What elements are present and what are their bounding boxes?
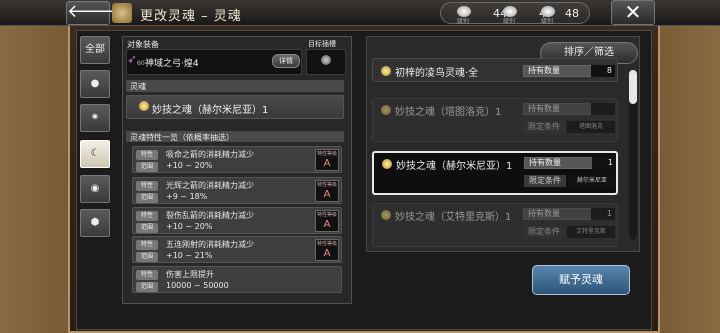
screen: 🡐 更改灵魂 – 灵魂 级别 44 级别 47 级别 48 ✕ 全部 ● ✷ ☾… [0,0,720,333]
assign-soul-button[interactable]: 赋予灵魂 [532,265,630,295]
quantity-value: 8 [591,65,615,77]
limit-label: 限定条件 [523,226,565,238]
limit-value: 赫尔米尼亚 [568,175,616,187]
soul-card[interactable]: 初梓的凌鸟灵魂·全 持有数量 8 [372,58,618,82]
page-title: 更改灵魂 – 灵魂 [140,9,242,24]
soul-section-label: 灵魂 [130,82,146,91]
limit-label: 限定条件 [524,175,566,187]
moon-icon: ☾ [90,148,100,159]
tab-all[interactable]: 全部 [80,36,110,64]
rank-label: 特性等级 [316,151,337,157]
trait-range: 10000 ~ 50000 [166,281,229,290]
quantity-value: 1 [592,157,616,169]
close-button[interactable]: ✕ [611,0,655,25]
soul-card-selected[interactable]: 妙技之魂（赫尔米尼亚）1 持有数量 1 限定条件 赫尔米尼亚 [372,151,618,195]
quantity-value: 1 [591,208,615,220]
slot-icon [321,55,331,65]
trait-text: 光辉之箭的消耗精力减少 [166,181,254,190]
bow-icon: ➶ [127,52,138,66]
tab-star[interactable]: ✷ [80,104,110,132]
range-tag: 范围 [136,223,158,233]
tab-circle[interactable]: ◉ [80,175,110,203]
rank-value: A [323,219,331,230]
title-emblem-icon [112,3,132,23]
trait-item: 特性 裂伤乱箭的消耗精力减少 范围 +10 ~ 20% 特性等级 A [132,207,342,234]
trait-text: 伤害上限提升 [166,270,214,279]
star-icon: ✷ [90,112,100,123]
soul-card-name: 初梓的凌鸟灵魂·全 [395,68,479,79]
soul-card-name: 妙技之魂（赫尔米尼亚）1 [396,161,513,172]
soul-card[interactable]: 妙技之魂（塔图洛克）1 持有数量 限定条件 塔图洛克 [372,98,618,142]
range-tag: 范围 [136,282,158,292]
trait-range: +10 ~ 20% [166,222,213,231]
trait-tag: 特性 [136,240,158,250]
back-button[interactable]: 🡐 [66,1,115,25]
person-icon: ● [90,78,100,89]
trait-text: 裂伤乱箭的消耗精力减少 [166,211,254,220]
trait-tag: 特性 [136,181,158,191]
trait-rank: 特性等级 A [315,180,339,202]
trait-rank: 特性等级 A [315,149,339,171]
trait-item: 特性 光辉之箭的消耗精力减少 范围 +9 ~ 18% 特性等级 A [132,177,342,204]
trait-range: +10 ~ 21% [166,251,213,260]
tab-person[interactable]: ● [80,70,110,98]
trait-tag: 特性 [136,211,158,221]
equipment-name: 神域之弓·煌4 [145,59,199,69]
currency-label: 级别 [541,18,554,25]
trait-item: 特性 伤害上限提升 范围 10000 ~ 50000 [132,266,342,293]
currency-bar: 级别 44 级别 47 级别 48 [440,2,590,25]
limit-label: 限定条件 [523,121,565,133]
trait-text: 吸命之箭的消耗精力减少 [166,150,254,159]
rank-value: A [323,189,331,200]
currency-label: 级别 [457,18,470,25]
trait-range: +9 ~ 18% [166,192,208,201]
target-slot-label: 目标插槽 [308,40,336,48]
rank-value: A [323,158,331,169]
soul-icon [381,210,391,220]
cube-icon: ⬢ [90,217,100,228]
trait-tag: 特性 [136,150,158,160]
rank-label: 特性等级 [316,241,337,247]
soul-icon [382,159,392,169]
currency-value: 48 [565,7,579,20]
equipment-level: 60 [137,60,145,67]
tab-moon[interactable]: ☾ [80,140,110,168]
soul-icon [139,101,149,111]
trait-rank: 特性等级 A [315,239,339,261]
limit-value: 艾特里克斯 [567,226,615,238]
soul-icon [381,105,391,115]
soul-card-name: 妙技之魂（塔图洛克）1 [395,107,502,118]
soul-card[interactable]: 妙技之魂（艾特里克斯）1 持有数量 1 限定条件 艾特里克斯 [372,203,618,247]
range-tag: 范围 [136,252,158,262]
limit-value: 塔图洛克 [567,121,615,133]
tab-cube[interactable]: ⬢ [80,209,110,237]
trait-text: 五连刚射的消耗精力减少 [166,240,254,249]
soul-section-header [126,80,344,92]
rank-label: 特性等级 [316,212,337,218]
trait-rank: 特性等级 A [315,210,339,232]
rank-value: A [323,248,331,259]
detail-button[interactable]: 详情 [272,54,300,68]
trait-range: +10 ~ 20% [166,161,213,170]
range-tag: 范围 [136,193,158,203]
trait-section-label: 灵魂特性一览（依概率抽选） [130,133,234,142]
soul-card-name: 妙技之魂（艾特里克斯）1 [395,212,512,223]
circle-icon: ◉ [90,183,100,194]
trait-item: 特性 吸命之箭的消耗精力减少 范围 +10 ~ 20% 特性等级 A [132,146,342,173]
soul-icon [381,66,391,76]
quantity-value [591,103,615,115]
selected-soul-name: 妙技之魂（赫尔米尼亚）1 [152,105,269,116]
currency-label: 级别 [503,18,516,25]
scrollbar-thumb[interactable] [629,70,637,104]
rank-label: 特性等级 [316,182,337,188]
trait-tag: 特性 [136,270,158,280]
range-tag: 范围 [136,162,158,172]
trait-item: 特性 五连刚射的消耗精力减少 范围 +10 ~ 21% 特性等级 A [132,236,342,263]
